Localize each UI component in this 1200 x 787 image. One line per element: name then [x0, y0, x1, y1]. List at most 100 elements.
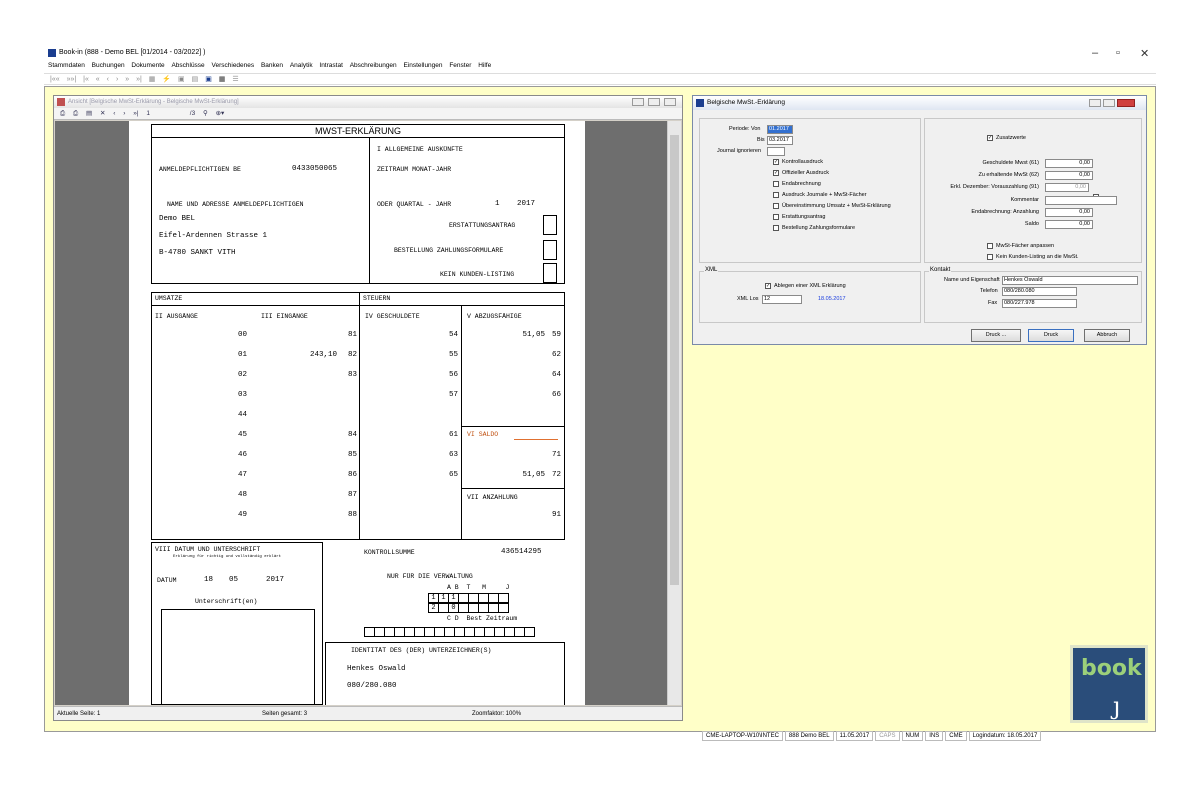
dialog-title: Belgische MwSt.-Erklärung [707, 99, 786, 106]
scroll-thumb[interactable] [670, 135, 679, 585]
option-label: Kontrollausdruck [782, 159, 823, 165]
option-checkbox[interactable]: ✓ [773, 159, 779, 165]
name-input[interactable]: Henkes Oswald [1002, 276, 1138, 285]
mwst-anpassen-checkbox[interactable] [987, 243, 993, 249]
grid-icon[interactable]: ▦ [149, 76, 156, 83]
value-input[interactable] [1045, 195, 1117, 205]
option-checkbox[interactable] [773, 203, 779, 209]
list-icon[interactable]: ▤ [192, 76, 199, 83]
menu-intrastat[interactable]: Intrastat [319, 62, 342, 69]
druck-dialog-button[interactable]: Druck ... [971, 329, 1021, 342]
table-cell-b: 83 [347, 371, 357, 379]
preview-restore-button[interactable] [648, 98, 660, 106]
prev-icon[interactable]: ‹ [107, 76, 109, 83]
close-button[interactable]: ✕ [1140, 47, 1149, 60]
xml-check-label: Ablegen einer XML Erklärung [774, 283, 846, 289]
zusatzwerte-checkbox[interactable]: ✓ [987, 135, 993, 141]
menu-stammdaten[interactable]: Stammdaten [48, 62, 85, 69]
page-input[interactable]: 1 [146, 110, 150, 117]
option-label: Ausdruck Journale + MwSt-Fächer [782, 192, 867, 198]
last-icon[interactable]: »| [136, 76, 142, 83]
value-input[interactable]: 0,00 [1045, 183, 1089, 193]
option-checkbox[interactable]: ✓ [773, 170, 779, 176]
kein-listing-checkbox[interactable] [987, 254, 993, 260]
first-record-icon[interactable]: |«« [50, 76, 60, 83]
menu-bar: Stammdaten Buchungen Dokumente Abschlüss… [44, 62, 492, 72]
option-checkbox[interactable] [773, 181, 779, 187]
menu-einstellungen[interactable]: Einstellungen [403, 62, 442, 69]
menu-banken[interactable]: Banken [261, 62, 283, 69]
value-input[interactable]: 0,00 [1045, 220, 1093, 229]
menu-verschiedenes[interactable]: Verschiedenes [212, 62, 255, 69]
abbruch-button[interactable]: Abbruch [1084, 329, 1130, 342]
zoom-factor: Zoomfaktor: 100% [472, 711, 522, 717]
menu-analytik[interactable]: Analytik [290, 62, 313, 69]
option-checkbox[interactable] [773, 214, 779, 220]
fax-input[interactable]: 080/227.978 [1002, 299, 1077, 308]
prev-page-icon[interactable]: ‹ [113, 110, 115, 117]
rewind-icon[interactable]: « [96, 76, 100, 83]
next-page-icon[interactable]: › [123, 110, 125, 117]
table-cell-d: 62 [551, 351, 561, 359]
anzahlung-label: VII ANZAHLUNG [467, 494, 518, 501]
save-icon[interactable]: ▦ [219, 76, 226, 83]
binoculars-icon[interactable]: ⚲ [203, 110, 208, 117]
steuern-label: STEUERN [363, 295, 391, 302]
bis-input[interactable]: 03.2017 [767, 136, 793, 145]
preview-close-button[interactable] [664, 98, 676, 106]
main-toolbar: |«« »»| |« « ‹ › » »| ▦ ⚡ ▣ ▤ ▣ ▦ ☰ [44, 73, 1156, 85]
menu-abschluesse[interactable]: Abschlüsse [171, 62, 204, 69]
option-label: Endabrechnung [782, 181, 821, 187]
checksum-label: KONTROLLSUMME [364, 549, 415, 556]
menu-dokumente[interactable]: Dokumente [131, 62, 164, 69]
menu-fenster[interactable]: Fenster [449, 62, 471, 69]
minimize-button[interactable]: – [1092, 47, 1098, 59]
copy-icon[interactable]: ▤ [86, 110, 92, 117]
xml-los-input[interactable]: 12 [762, 295, 802, 304]
druck-button[interactable]: Druck [1028, 329, 1074, 342]
print-icon[interactable]: ⎙ [60, 110, 65, 117]
value-input[interactable]: 0,00 [1045, 171, 1093, 181]
xml-checkbox[interactable]: ✓ [765, 283, 771, 289]
table-cell-a: 03 [237, 391, 247, 399]
dialog-close-button[interactable] [1117, 99, 1135, 107]
tel-input[interactable]: 080/280.080 [1002, 287, 1077, 296]
table-icon[interactable]: ▣ [178, 76, 185, 83]
menu-hilfe[interactable]: Hilfe [478, 62, 491, 69]
table-cell-a: 49 [237, 511, 247, 519]
table-cell-b: 82 [347, 351, 357, 359]
preview-scrollbar[interactable] [667, 121, 681, 705]
col-ausgaenge: II AUSGÄNGE [155, 313, 198, 320]
menu-icon[interactable]: ☰ [232, 76, 238, 83]
app-window: Book-in (888 - Demo BEL [01/2014 - 03/20… [44, 44, 1156, 744]
status-login-date: Logindatum: 18.05.2017 [968, 731, 1042, 741]
journal-input[interactable] [767, 147, 785, 156]
dialog-minimize-button[interactable] [1089, 99, 1101, 107]
col-geschuldete: IV GESCHULDETE [365, 313, 420, 320]
forward-icon[interactable]: » [125, 76, 129, 83]
table-cell-a: 02 [237, 371, 247, 379]
periode-von-input[interactable]: 01.2017 [767, 125, 793, 134]
value-input[interactable]: 0,00 [1045, 207, 1093, 217]
last-record-icon[interactable]: »»| [67, 76, 77, 83]
table-cell-a: 00 [237, 331, 247, 339]
value-input[interactable]: 0,00 [1045, 159, 1093, 168]
option-checkbox[interactable] [773, 225, 779, 231]
menu-buchungen[interactable]: Buchungen [92, 62, 125, 69]
preview-minimize-button[interactable] [632, 98, 644, 106]
display-icon[interactable]: ▣ [205, 76, 212, 83]
print-setup-icon[interactable]: ⎙ [73, 110, 78, 117]
dialog-maximize-button[interactable] [1103, 99, 1115, 107]
zoom-icon[interactable]: ⊕▾ [216, 110, 225, 117]
next-icon[interactable]: › [116, 76, 118, 83]
maximize-button[interactable]: ▫ [1116, 47, 1120, 59]
period-label: ZEITRAUM MONAT-JAHR [377, 166, 452, 173]
option-checkbox[interactable] [773, 192, 779, 198]
first-icon[interactable]: |« [83, 76, 89, 83]
tel-label: Telefon [980, 288, 998, 294]
flash-icon[interactable]: ⚡ [162, 76, 171, 83]
last-page-icon[interactable]: »| [133, 110, 138, 117]
menu-abschreibungen[interactable]: Abschreibungen [350, 62, 397, 69]
close-preview-icon[interactable]: ✕ [100, 110, 105, 117]
table-cell-a: 44 [237, 411, 247, 419]
